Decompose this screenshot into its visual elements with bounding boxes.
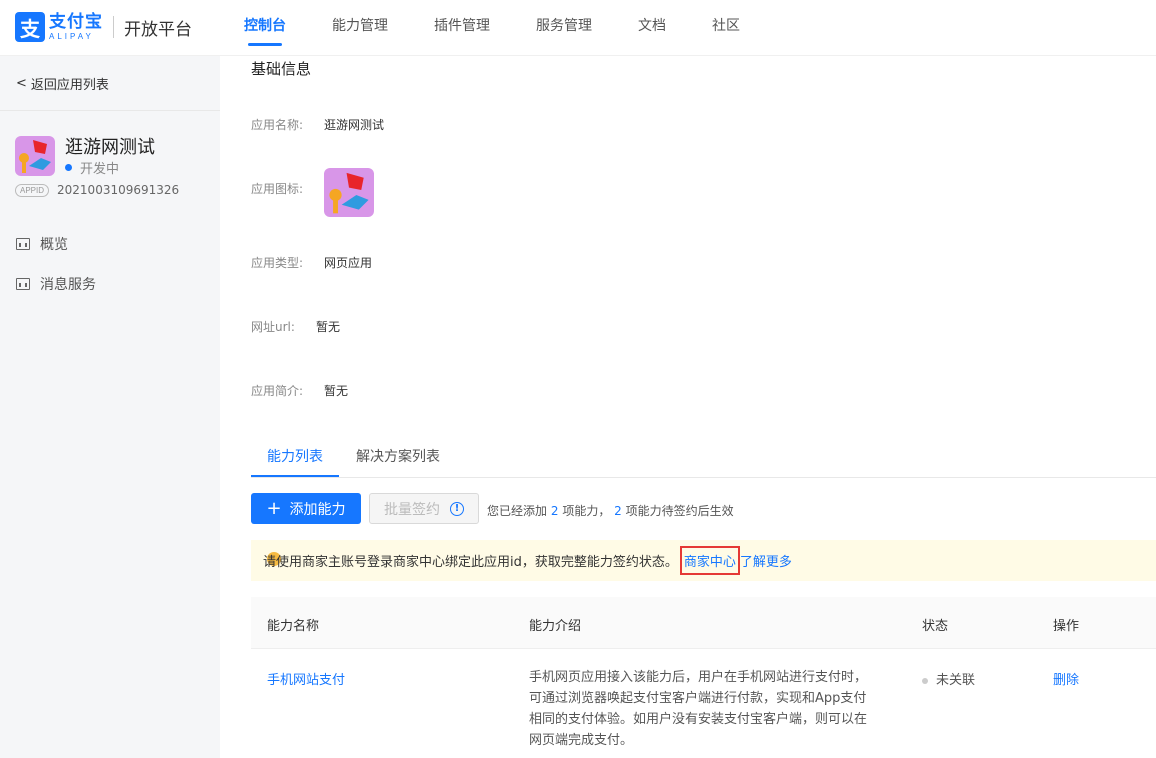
learn-more-link[interactable]: 了解更多 bbox=[740, 551, 792, 570]
column-header: 能力介绍 bbox=[529, 619, 582, 634]
field-label-app-name: 应用名称: bbox=[251, 118, 304, 132]
capability-summary: 您已经添加 2 项能力， 2 项能力待签约后生效 bbox=[487, 504, 734, 518]
sidebar-item-label: 消息服务 bbox=[40, 277, 96, 293]
nav-community[interactable]: 社区 bbox=[712, 0, 740, 56]
column-header: 能力名称 bbox=[267, 619, 320, 634]
notice-banner: 请使用商家主账号登录商家中心绑定此应用id，获取完整能力签约状态。 商家中心 了… bbox=[251, 540, 1156, 581]
app-icon-preview bbox=[324, 168, 374, 217]
column-header: 状态 bbox=[922, 619, 949, 634]
field-label-app-icon: 应用图标: bbox=[251, 182, 304, 196]
logo-divider bbox=[113, 16, 114, 38]
app-status-label: 开发中 bbox=[80, 162, 120, 177]
field-value-url: 暂无 bbox=[316, 320, 341, 334]
field-label-app-type: 应用类型: bbox=[251, 256, 304, 270]
back-label: 返回应用列表 bbox=[30, 78, 109, 93]
column-header: 操作 bbox=[1053, 619, 1080, 634]
main-nav: 控制台 能力管理 插件管理 服务管理 文档 社区 bbox=[244, 0, 786, 56]
field-label-app-intro: 应用简介: bbox=[251, 384, 304, 398]
tab-capability-list[interactable]: 能力列表 bbox=[267, 446, 323, 466]
sidebar-divider bbox=[0, 110, 220, 111]
nav-docs[interactable]: 文档 bbox=[638, 0, 666, 56]
field-value-app-type: 网页应用 bbox=[324, 256, 373, 270]
plus-icon: + bbox=[266, 497, 282, 519]
add-capability-label: 添加能力 bbox=[289, 501, 346, 518]
add-capability-button[interactable]: + 添加能力 bbox=[251, 493, 361, 524]
app-name: 逛游网测试 bbox=[65, 137, 155, 158]
sidebar-item-message-service[interactable]: 消息服务 bbox=[16, 274, 96, 294]
tab-solution-list[interactable]: 解决方案列表 bbox=[356, 446, 440, 466]
notice-text: 请使用商家主账号登录商家中心绑定此应用id，获取完整能力签约状态。 bbox=[263, 555, 678, 570]
sidebar: < 返回应用列表 逛游网测试 开发中 APPID 202100310969132… bbox=[0, 56, 220, 758]
chart-icon bbox=[16, 238, 30, 250]
alipay-logo[interactable]: 支 支付宝 ALIPAY 开放平台 bbox=[15, 12, 192, 42]
top-navbar: 支 支付宝 ALIPAY 开放平台 控制台 能力管理 插件管理 服务管理 文档 … bbox=[0, 0, 1156, 56]
back-to-app-list-link[interactable]: < 返回应用列表 bbox=[16, 74, 109, 93]
pending-count: 2 bbox=[614, 504, 622, 518]
sidebar-item-label: 概览 bbox=[40, 237, 68, 253]
merchant-center-link[interactable]: 商家中心 bbox=[679, 546, 740, 575]
nav-plugin[interactable]: 插件管理 bbox=[434, 0, 490, 56]
status-dot-icon bbox=[65, 164, 72, 171]
capability-description: 手机网页应用接入该能力后，用户在手机网站进行支付时，可通过浏览器唤起支付宝客户端… bbox=[529, 670, 868, 748]
nav-capability[interactable]: 能力管理 bbox=[332, 0, 388, 56]
section-title: 基础信息 bbox=[251, 60, 312, 78]
appid-value: 2021003109691326 bbox=[57, 183, 180, 197]
batch-sign-button[interactable]: 批量签约 ! bbox=[369, 493, 479, 524]
brand-name-en: ALIPAY bbox=[49, 31, 94, 41]
table-header: 能力名称 能力介绍 状态 操作 bbox=[251, 597, 1156, 649]
capability-status: 未关联 bbox=[922, 669, 975, 688]
appid-badge: APPID bbox=[15, 183, 50, 197]
chart-icon bbox=[16, 278, 30, 290]
alipay-logo-icon: 支 bbox=[15, 12, 45, 42]
field-value-app-intro: 暂无 bbox=[324, 384, 349, 398]
batch-sign-label: 批量签约 bbox=[384, 501, 440, 518]
info-icon[interactable]: ! bbox=[450, 501, 464, 516]
brand-name-cn: 支付宝 bbox=[49, 11, 103, 32]
chevron-left-icon: < bbox=[16, 76, 27, 91]
capability-status-label: 未关联 bbox=[936, 673, 976, 688]
added-count: 2 bbox=[550, 504, 559, 518]
appid-row: APPID 2021003109691326 bbox=[15, 183, 179, 197]
platform-name: 开放平台 bbox=[124, 19, 192, 40]
delete-button[interactable]: 删除 bbox=[1053, 669, 1079, 688]
nav-console[interactable]: 控制台 bbox=[244, 0, 286, 56]
capability-name-link[interactable]: 手机网站支付 bbox=[267, 669, 345, 688]
sidebar-item-overview[interactable]: 概览 bbox=[16, 234, 68, 254]
active-tab-indicator bbox=[251, 475, 339, 477]
field-value-app-name: 逛游网测试 bbox=[324, 118, 385, 132]
app-status: 开发中 bbox=[65, 158, 119, 177]
nav-service[interactable]: 服务管理 bbox=[536, 0, 592, 56]
status-dot-icon bbox=[922, 677, 928, 684]
capability-tabs: 能力列表 解决方案列表 bbox=[251, 440, 1156, 478]
app-icon-image bbox=[15, 136, 55, 176]
field-label-url: 网址url: bbox=[251, 320, 295, 334]
